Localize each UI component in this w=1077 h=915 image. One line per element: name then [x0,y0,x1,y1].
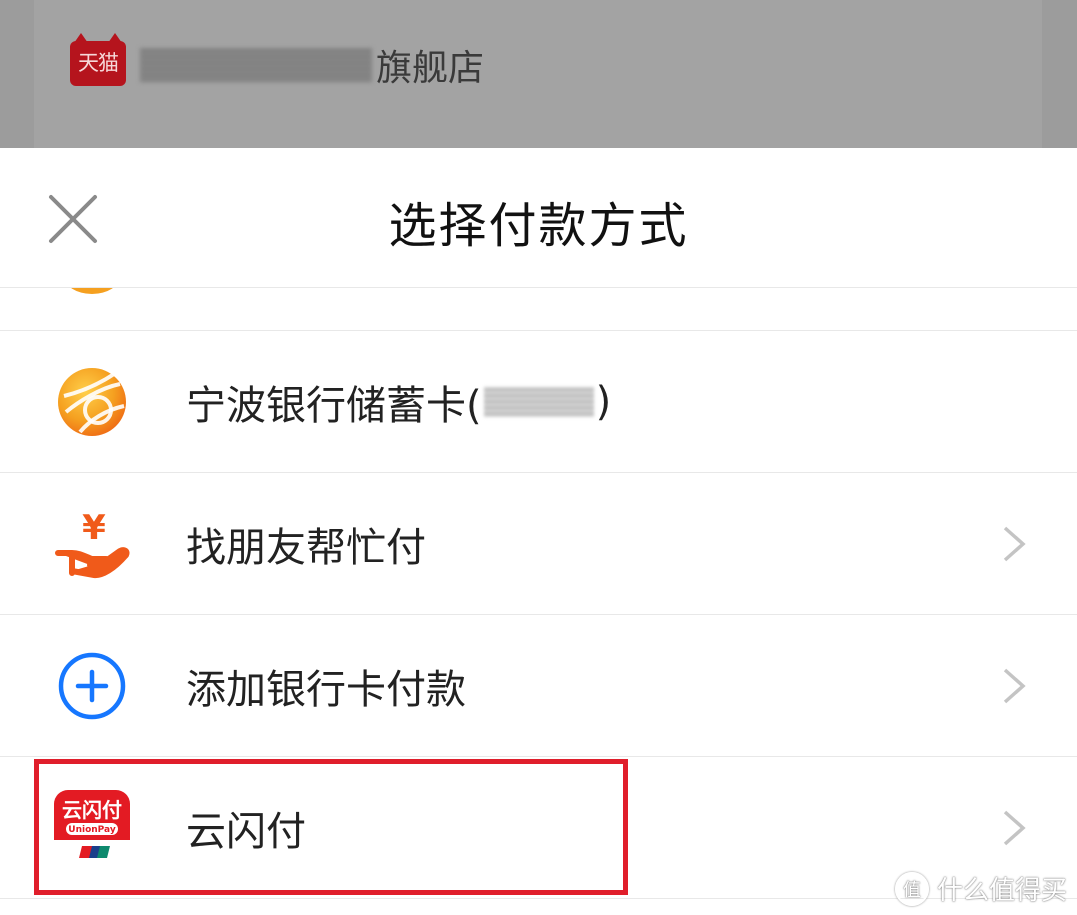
background-page: 天猫 旗舰店 [0,0,1077,148]
payment-method-label: 宁波银行储蓄卡( ) [186,373,611,431]
sheet-header: 选择付款方式 [0,148,1077,288]
card-number-masked [483,386,594,417]
payment-method-partial[interactable] [0,288,1077,331]
chevron-right-icon [1003,810,1026,845]
payment-method-sheet: 选择付款方式 宁波银行储蓄卡() ¥ 找朋友帮忙付 添加银行卡付款 云闪付 U… [0,148,1077,915]
watermark-text: 什么值得买 [936,876,1067,906]
payment-method-label: 添加银行卡付款 [186,666,466,713]
ningbo-bank-icon [54,364,130,440]
chevron-right-icon [1003,668,1026,703]
svg-text:¥: ¥ [82,509,106,548]
payment-method-add-card[interactable]: 添加银行卡付款 [0,615,1077,757]
unionpay-icon-text: 云闪付 [62,798,122,822]
store-name-masked [140,48,372,82]
store-name: 旗舰店 [140,40,484,90]
ningbo-bank-label-suffix: ) [595,378,612,425]
watermark: 值 什么值得买 [894,870,1067,907]
unionpay-icon-subtext: UnionPay [68,825,116,835]
partial-method-icon [64,288,120,294]
sheet-title: 选择付款方式 [388,198,689,254]
add-card-icon [54,648,130,724]
payment-method-ningbo-bank[interactable]: 宁波银行储蓄卡( ) [0,331,1077,473]
payment-method-label: 找朋友帮忙付 [186,524,426,571]
ningbo-bank-label: 宁波银行储蓄卡( [186,382,482,429]
chevron-right-icon [1003,526,1026,561]
payment-method-label: 云闪付 [186,808,306,855]
store-name-suffix: 旗舰店 [376,48,485,89]
friend-pay-icon: ¥ [54,506,130,582]
unionpay-quickpass-icon: 云闪付 UnionPay [54,789,130,866]
watermark-logo: 值 [894,871,929,906]
payment-method-friend-pay[interactable]: ¥ 找朋友帮忙付 [0,473,1077,615]
tmall-logo: 天猫 [70,33,126,86]
